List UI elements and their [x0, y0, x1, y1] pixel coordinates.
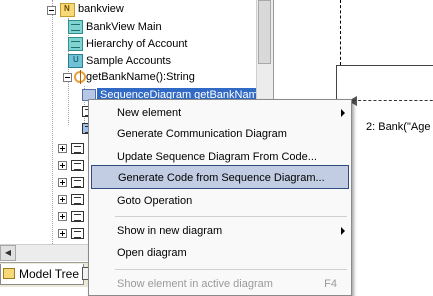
tree-item-bankview[interactable]: bankview [78, 3, 124, 15]
collapse-toggle-getbankname[interactable] [63, 73, 72, 82]
menu-item-label: Open diagram [117, 247, 187, 259]
diagram-icon [68, 20, 83, 34]
submenu-arrow-icon [341, 227, 345, 235]
operation-element-icon [71, 177, 84, 188]
expand-toggle[interactable] [58, 144, 67, 153]
menu-item-shortcut: F4 [324, 278, 337, 290]
tree-item-bankview-main[interactable]: BankView Main [86, 21, 162, 33]
collapse-toggle-bankview[interactable] [47, 6, 56, 15]
tree-guide-line [68, 80, 69, 125]
diagram-icon [68, 37, 83, 51]
menu-item-generate-communication-diagram[interactable]: Generate Communication Diagram [89, 122, 351, 146]
vertical-scrollbar-thumb[interactable] [258, 0, 271, 64]
menu-item-label: Generate Communication Diagram [117, 128, 287, 140]
tree-item-getbankname[interactable]: getBankName():String [86, 71, 195, 83]
menu-item-label: Generate Code from Sequence Diagram... [118, 172, 325, 184]
message-label[interactable]: 2: Bank("Age [366, 121, 430, 133]
expand-toggle[interactable] [58, 212, 67, 221]
menu-item-generate-code-from-sequence-diagram[interactable]: Generate Code from Sequence Diagram... [91, 165, 349, 189]
menu-item-open-diagram[interactable]: Open diagram [89, 241, 351, 265]
tree-guide-line [52, 0, 53, 244]
menu-item-label: Show element in active diagram [117, 278, 273, 290]
context-menu: New element Generate Communication Diagr… [88, 99, 352, 296]
menu-item-show-element-in-active-diagram: Show element in active diagram F4 [89, 272, 351, 296]
operation-element-icon [71, 143, 84, 154]
operation-icon [74, 70, 86, 84]
use-case-diagram-icon [68, 54, 83, 68]
lifeline [340, 0, 341, 65]
tab-model-tree-label: Model Tree [19, 267, 80, 281]
menu-item-label: Update Sequence Diagram From Code... [117, 151, 317, 163]
tab-model-tree[interactable]: Model Tree [0, 264, 85, 285]
menu-item-goto-operation[interactable]: Goto Operation [89, 189, 351, 213]
menu-separator [115, 269, 347, 270]
scroll-left-arrow-icon[interactable]: ◀ [0, 245, 16, 261]
menu-item-label: Show in new diagram [117, 225, 223, 237]
return-message-line[interactable] [353, 100, 433, 101]
menu-item-show-in-new-diagram[interactable]: Show in new diagram [89, 219, 351, 243]
model-tree-icon [3, 268, 15, 279]
operation-element-icon [71, 160, 84, 171]
expand-toggle[interactable] [58, 161, 67, 170]
menu-separator [115, 216, 347, 217]
expand-toggle[interactable] [58, 178, 67, 187]
menu-item-label: Goto Operation [117, 195, 193, 207]
package-icon [60, 3, 75, 17]
attribute-element-icon [71, 228, 84, 239]
submenu-arrow-icon [341, 109, 345, 117]
attribute-element-icon [71, 194, 84, 205]
tree-item-sample-accounts[interactable]: Sample Accounts [86, 55, 171, 67]
menu-item-label: New element [117, 107, 182, 119]
expand-toggle[interactable] [58, 195, 67, 204]
expand-toggle[interactable] [58, 229, 67, 238]
tree-item-hierarchy-of-account[interactable]: Hierarchy of Account [86, 38, 188, 50]
attribute-element-icon [71, 211, 84, 222]
